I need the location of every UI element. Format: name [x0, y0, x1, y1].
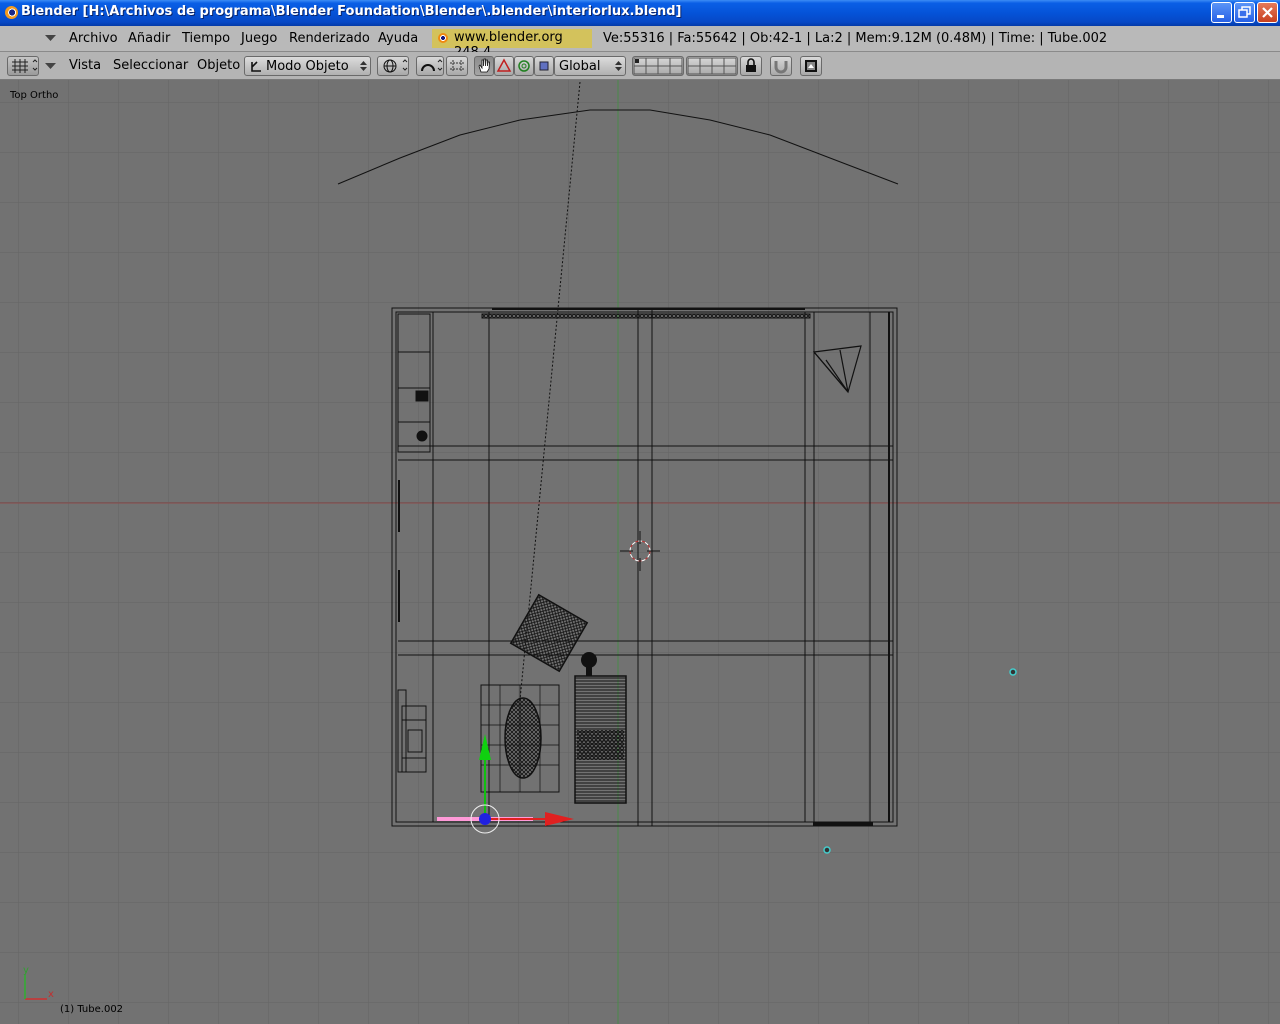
snap-button[interactable] [770, 56, 792, 76]
object-mode-icon [251, 61, 261, 72]
restore-icon [1238, 6, 1251, 18]
restore-button[interactable] [1234, 2, 1255, 23]
layer-buttons-group-2[interactable] [686, 56, 738, 76]
magnet-icon [774, 61, 788, 74]
minimize-button[interactable] [1211, 2, 1232, 23]
blender-logo-icon [438, 33, 448, 43]
translate-manipulator[interactable] [494, 56, 514, 76]
draw-type-button[interactable] [377, 56, 409, 76]
rotate-icon [518, 60, 530, 72]
header-collapse-arrow-icon[interactable] [45, 63, 57, 71]
layer-buttons-group-1[interactable] [632, 56, 684, 76]
editor-type-button[interactable] [7, 56, 39, 76]
align-icon [450, 60, 464, 72]
menu-objeto[interactable]: Objeto [197, 58, 240, 73]
menu-ayuda[interactable]: Ayuda [378, 31, 418, 46]
close-icon [1262, 7, 1273, 18]
lock-icon [746, 58, 756, 72]
pivot-button[interactable] [416, 56, 444, 76]
mode-value: Modo Objeto [266, 59, 349, 74]
pivot-icon [421, 59, 443, 72]
orientation-value: Global [559, 59, 601, 74]
window-title: Blender [H:\Archivos de programa\Blender… [21, 4, 682, 19]
axis-y-label: y [23, 965, 29, 976]
render-icon [805, 60, 817, 72]
lamp-object[interactable] [823, 846, 831, 854]
close-button[interactable] [1257, 2, 1278, 23]
lock-layers-button[interactable] [740, 56, 762, 76]
manipulator-toggle[interactable] [474, 56, 494, 76]
updown-arrows-icon [615, 61, 622, 71]
mode-select[interactable]: Modo Objeto [244, 56, 371, 76]
minimize-icon [1217, 15, 1224, 18]
render-preview-button[interactable] [800, 56, 822, 76]
orientation-select[interactable]: Global [554, 56, 626, 76]
blender-version-link[interactable]: www.blender.org 248.4 [432, 29, 592, 60]
menu-archivo[interactable]: Archivo [69, 31, 118, 46]
window-titlebar: Blender [H:\Archivos de programa\Blender… [0, 0, 1280, 26]
manipulator-z-handle[interactable] [479, 813, 491, 825]
wireframe-sphere-icon [383, 59, 408, 73]
header-collapse-arrow-icon[interactable] [45, 35, 57, 43]
rotate-manipulator[interactable] [514, 56, 534, 76]
grid-floor [0, 80, 1280, 1024]
menu-seleccionar[interactable]: Seleccionar [113, 58, 188, 73]
3d-viewport[interactable]: x y Top Ortho (1) Tube.002 [0, 80, 1280, 1024]
active-object-label: (1) Tube.002 [60, 1004, 124, 1015]
lamp-object[interactable] [1009, 668, 1017, 676]
translate-icon [496, 58, 512, 72]
hand-icon [478, 58, 490, 73]
blender-logo-icon [5, 6, 18, 19]
grid-icon [12, 59, 38, 73]
layer-grid-icon [687, 57, 737, 75]
menu-anadir[interactable]: Añadir [128, 31, 170, 46]
menu-juego[interactable]: Juego [241, 31, 277, 46]
info-header: Archivo Añadir Tiempo Juego Renderizado … [0, 26, 1280, 60]
layer-grid-icon [633, 57, 683, 75]
updown-arrows-icon [360, 61, 367, 71]
menu-vista[interactable]: Vista [69, 58, 101, 73]
menu-tiempo[interactable]: Tiempo [182, 31, 230, 46]
viewport-scene[interactable]: x y [0, 80, 1280, 1024]
view-name-label: Top Ortho [10, 90, 59, 101]
scale-manipulator[interactable] [534, 56, 554, 76]
scene-stats: Ve:55316 | Fa:55642 | Ob:42-1 | La:2 | M… [603, 31, 1108, 46]
scale-icon [539, 61, 549, 71]
pivot-point-button[interactable] [446, 56, 468, 76]
3d-view-header: Vista Seleccionar Objeto Modo Objeto Glo… [0, 52, 1280, 80]
menu-renderizado[interactable]: Renderizado [289, 31, 370, 46]
axis-x-label: x [48, 989, 54, 1000]
